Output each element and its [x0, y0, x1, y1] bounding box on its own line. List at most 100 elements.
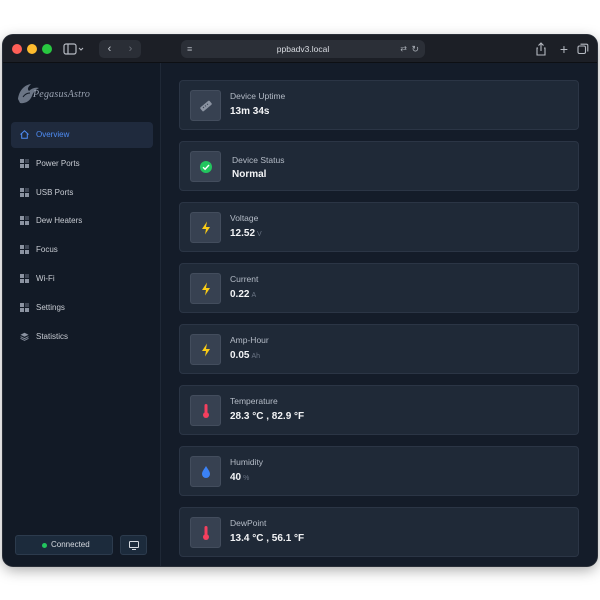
- translate-icon[interactable]: ⇄: [400, 40, 407, 58]
- card-label: Humidity: [230, 457, 264, 467]
- zoom-window-button[interactable]: [42, 44, 52, 54]
- sidebar-item-label: Dew Heaters: [36, 216, 83, 226]
- card-icon-box: [190, 273, 221, 304]
- card-value: 0.05 Ah: [230, 350, 261, 361]
- monitor-icon: [129, 541, 139, 550]
- card-current: Current 0.22 A: [179, 263, 579, 313]
- card-unit: V: [257, 231, 262, 238]
- card-label: Device Status: [232, 155, 285, 165]
- new-tab-button[interactable]: +: [556, 40, 572, 58]
- minimize-window-button[interactable]: [27, 44, 37, 54]
- card-icon-box: [190, 151, 221, 182]
- card-label: DewPoint: [230, 518, 267, 528]
- plus-icon: +: [559, 41, 569, 57]
- bolt-icon: [202, 221, 210, 235]
- sidebar-item-label: Statistics: [36, 331, 69, 341]
- card-value: 13m 34s: [230, 106, 270, 117]
- card-value: 13.4 °C , 56.1 °F: [230, 533, 305, 544]
- sidebar-item-statistics[interactable]: Statistics: [11, 324, 153, 350]
- pegasus-astro-logo: PegasusAstro: [15, 79, 110, 109]
- card-icon-box: [190, 395, 221, 426]
- droplet-icon: [202, 466, 210, 478]
- card-label: Device Uptime: [230, 91, 286, 101]
- history-nav-group: ‹ ›: [99, 40, 141, 58]
- sidebar-icon: [63, 43, 84, 55]
- reload-icon[interactable]: ↻: [411, 40, 419, 58]
- card-value: 0.22 A: [230, 289, 257, 300]
- grid-icon: [20, 216, 29, 226]
- sidebar-item-power-ports[interactable]: Power Ports: [11, 151, 153, 177]
- card-icon-box: [190, 456, 221, 487]
- card-device-status: Device Status Normal: [179, 141, 579, 191]
- grid-icon: [20, 187, 29, 197]
- sidebar-item-focus[interactable]: Focus: [11, 237, 153, 263]
- card-amp-hour: Amp-Hour 0.05 Ah: [179, 324, 579, 374]
- share-button[interactable]: [533, 40, 549, 58]
- browser-toolbar: ‹ › ≡ ppbadv3.local ⇄ ↻ +: [3, 35, 597, 63]
- sidebar-item-dew-heaters[interactable]: Dew Heaters: [11, 208, 153, 234]
- card-unit: %: [243, 475, 250, 482]
- tab-overview-button[interactable]: [575, 40, 591, 58]
- overview-panel: Device Uptime 13m 34s Device Status Norm…: [161, 63, 597, 566]
- chevron-left-icon: ‹: [107, 43, 112, 55]
- sidebar-toggle-button[interactable]: [59, 40, 89, 58]
- chevron-right-icon: ›: [128, 43, 133, 55]
- card-value: Normal: [232, 169, 267, 180]
- forward-button[interactable]: ›: [120, 40, 141, 58]
- status-dot: [42, 543, 47, 548]
- browser-window: ‹ › ≡ ppbadv3.local ⇄ ↻ + PegasusAstro O…: [3, 35, 597, 566]
- card-value: 40%: [230, 472, 250, 483]
- check-icon: [200, 161, 212, 173]
- sidebar-item-usb-ports[interactable]: USB Ports: [11, 180, 153, 206]
- close-window-button[interactable]: [12, 44, 22, 54]
- card-dewpoint: DewPoint 13.4 °C , 56.1 °F: [179, 507, 579, 557]
- sidebar-item-label: Power Ports: [36, 158, 80, 168]
- card-value: 12.52 V: [230, 228, 262, 239]
- sidebar-item-label: Wi-Fi: [36, 273, 55, 283]
- card-temperature: Temperature 28.3 °C , 82.9 °F: [179, 385, 579, 435]
- card-value: 28.3 °C , 82.9 °F: [230, 411, 305, 422]
- grid-icon: [20, 245, 29, 255]
- tabs-icon: [577, 43, 589, 55]
- address-bar[interactable]: ≡ ppbadv3.local ⇄ ↻: [181, 40, 425, 58]
- sidebar-item-overview[interactable]: Overview: [11, 122, 153, 148]
- card-label: Current: [230, 274, 259, 284]
- sidebar: PegasusAstro Overview Power Ports USB Po…: [3, 63, 161, 566]
- bolt-icon: [202, 282, 210, 296]
- card-icon-box: [190, 90, 221, 121]
- display-button[interactable]: [120, 535, 147, 555]
- card-humidity: Humidity 40%: [179, 446, 579, 496]
- card-device-uptime: Device Uptime 13m 34s: [179, 80, 579, 130]
- home-icon: [20, 130, 29, 139]
- back-button[interactable]: ‹: [99, 40, 120, 58]
- card-unit: Ah: [251, 353, 261, 360]
- thermometer-icon: [203, 404, 209, 418]
- bolt-icon: [202, 343, 210, 357]
- share-icon: [536, 42, 546, 56]
- connection-status-label: Connected: [51, 540, 90, 549]
- grid-icon: [20, 273, 29, 283]
- card-unit: A: [251, 292, 257, 299]
- sidebar-item-settings[interactable]: Settings: [11, 295, 153, 321]
- sidebar-item-wifi[interactable]: Wi-Fi: [11, 266, 153, 292]
- sidebar-nav: Overview Power Ports USB Ports Dew Heate…: [11, 122, 153, 352]
- card-voltage: Voltage 12.52 V: [179, 202, 579, 252]
- uptime-icon: [200, 100, 212, 112]
- sidebar-item-label: USB Ports: [36, 187, 74, 197]
- card-label: Amp-Hour: [230, 335, 269, 345]
- sidebar-item-label: Overview: [36, 130, 70, 139]
- card-icon-box: [190, 212, 221, 243]
- sidebar-item-label: Settings: [36, 302, 65, 312]
- card-icon-box: [190, 334, 221, 365]
- layers-icon: [20, 332, 29, 341]
- connection-status-button[interactable]: Connected: [15, 535, 113, 555]
- logo-text: PegasusAstro: [33, 89, 91, 100]
- sidebar-item-label: Focus: [36, 245, 58, 255]
- grid-icon: [20, 302, 29, 312]
- url-text: ppbadv3.local: [276, 44, 330, 54]
- card-icon-box: [190, 517, 221, 548]
- thermometer-icon: [203, 526, 209, 540]
- card-label: Temperature: [230, 396, 278, 406]
- card-label: Voltage: [230, 213, 259, 223]
- grid-icon: [20, 158, 29, 168]
